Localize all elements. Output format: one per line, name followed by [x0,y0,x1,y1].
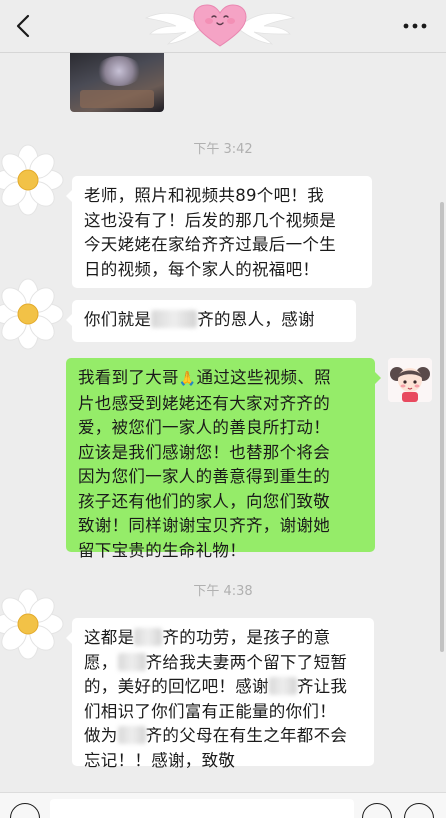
pray-hands-icon: 🙏 [178,371,197,387]
cartoon-girl-icon[interactable] [388,358,432,402]
redacted-name [268,677,297,695]
daisy-flower-icon[interactable] [0,588,64,660]
timestamp: 下午 3:42 [193,142,253,157]
chat-header [0,0,446,53]
redacted-name [151,310,198,328]
chat-screen: 下午 3:42 老师，照片和视频共89个吧！我 这也没有了！后发的那几个视频是 … [0,0,446,818]
message-bubble[interactable]: 你们就是 齐的恩人，感谢 [66,300,356,342]
chevron-left-icon[interactable] [12,13,36,39]
redacted-name [117,726,146,744]
voice-icon[interactable] [10,803,40,818]
input-bar [0,792,446,818]
emoji-icon[interactable] [362,803,392,818]
plus-icon[interactable] [404,803,434,818]
winged-heart-icon [144,4,296,47]
message-bubble[interactable]: 我看到了大哥🙏通过这些视频、照 片也感受到姥姥还有大家对齐齐的 爱，被您们一家人… [66,358,381,560]
daisy-flower-icon[interactable] [0,278,64,350]
timestamp: 下午 4:38 [193,584,253,599]
scrollbar[interactable] [440,202,444,652]
image-message[interactable] [70,52,164,112]
redacted-name [134,628,163,646]
message-bubble[interactable]: 老师，照片和视频共89个吧！我 这也没有了！后发的那几个视频是 今天姥姥在家给齐… [66,176,372,288]
redacted-name [117,652,146,671]
daisy-flower-icon[interactable] [0,144,64,216]
more-dots-icon[interactable] [400,16,430,36]
message-bubble[interactable]: 这都是 齐的功劳，是孩子的意 愿， 齐给我夫妻两个留下了短暂 的，美好的回忆吧！感谢… [66,618,374,770]
chat-message-list[interactable]: 下午 3:42 老师，照片和视频共89个吧！我 这也没有了！后发的那几个视频是 … [0,52,446,792]
message-input[interactable] [50,799,354,818]
